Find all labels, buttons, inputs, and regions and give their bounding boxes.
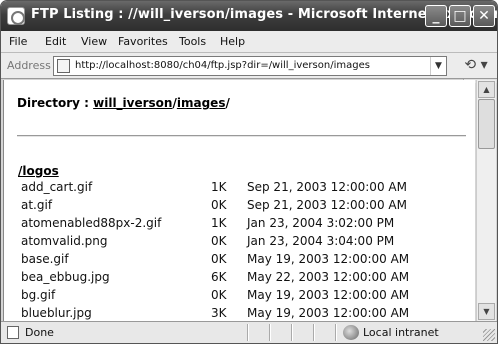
- file-row: bg.gif 0K May 19, 2003 12:00:00 AM: [4, 288, 475, 306]
- status-bar: Done Local intranet: [1, 321, 497, 343]
- file-row: atomenabled88px-2.gif 1K Jan 23, 2004 3:…: [4, 216, 475, 234]
- file-name: base.gif: [21, 252, 69, 266]
- folder-link-logos[interactable]: /logos: [18, 164, 59, 178]
- menu-help[interactable]: Help: [220, 35, 245, 48]
- go-button[interactable]: ⟲ ▾: [457, 56, 495, 76]
- divider: [17, 135, 466, 137]
- ie-app-icon[interactable]: [7, 7, 25, 25]
- directory-heading: Directory : will_iverson/images/: [17, 96, 230, 110]
- security-zone-label: Local intranet: [363, 326, 439, 339]
- file-row: bea_ebbug.jpg 6K May 22, 2003 12:00:00 A…: [4, 270, 475, 288]
- close-button[interactable]: ✕: [473, 5, 495, 27]
- address-input[interactable]: http://localhost:8080/ch04/ftp.jsp?dir=/…: [53, 56, 447, 76]
- file-name: bg.gif: [21, 288, 56, 302]
- scroll-up-icon[interactable]: ▲: [478, 81, 495, 98]
- file-size: 3K: [211, 306, 227, 320]
- file-date: May 22, 2003 12:00:00 AM: [247, 270, 410, 284]
- menu-edit[interactable]: Edit: [45, 35, 66, 48]
- file-date: Jan 23, 2004 3:04:00 PM: [247, 234, 395, 248]
- file-date: Jan 23, 2004 3:02:00 PM: [247, 216, 395, 230]
- file-size: 0K: [211, 252, 227, 266]
- status-separator: [247, 324, 249, 341]
- resize-grip-icon[interactable]: [483, 329, 495, 341]
- browser-window: FTP Listing : //will_iverson/images - Mi…: [0, 0, 498, 344]
- status-separator: [335, 324, 337, 341]
- file-size: 6K: [211, 270, 227, 284]
- file-date: Sep 21, 2003 12:00:00 AM: [247, 180, 407, 194]
- status-separator: [313, 324, 315, 341]
- status-separator: [291, 324, 293, 341]
- file-size: 0K: [211, 234, 227, 248]
- menu-favorites[interactable]: Favorites: [118, 35, 168, 48]
- file-size: 0K: [211, 198, 227, 212]
- file-date: Sep 21, 2003 12:00:00 AM: [247, 198, 407, 212]
- vertical-scrollbar[interactable]: ▲ ▼: [476, 80, 496, 321]
- intranet-zone-icon: [343, 325, 359, 340]
- address-url[interactable]: http://localhost:8080/ch04/ftp.jsp?dir=/…: [75, 60, 370, 71]
- address-bar: Address http://localhost:8080/ch04/ftp.j…: [1, 53, 497, 79]
- title-bar[interactable]: FTP Listing : //will_iverson/images - Mi…: [1, 1, 497, 31]
- file-row: atomvalid.png 0K Jan 23, 2004 3:04:00 PM: [4, 234, 475, 252]
- path-separator: /: [225, 96, 230, 110]
- file-size: 0K: [211, 288, 227, 302]
- directory-label: Directory :: [17, 96, 94, 110]
- status-text: Done: [25, 326, 54, 339]
- path-link-will-iverson[interactable]: will_iverson: [93, 96, 172, 110]
- path-link-images[interactable]: images: [177, 96, 226, 110]
- file-size: 1K: [211, 180, 227, 194]
- page-icon: [57, 59, 70, 73]
- file-name: bea_ebbug.jpg: [21, 270, 110, 284]
- minimize-button[interactable]: _: [425, 5, 447, 27]
- file-name: add_cart.gif: [21, 180, 93, 194]
- maximize-button[interactable]: □: [449, 5, 471, 27]
- address-label: Address: [7, 59, 51, 72]
- scroll-down-icon[interactable]: ▼: [478, 303, 495, 320]
- file-date: May 19, 2003 12:00:00 AM: [247, 306, 410, 320]
- status-separator: [269, 324, 271, 341]
- file-row: blueblur.jpg 3K May 19, 2003 12:00:00 AM: [4, 306, 475, 321]
- file-name: blueblur.jpg: [21, 306, 92, 320]
- file-name: atomenabled88px-2.gif: [21, 216, 162, 230]
- file-name: at.gif: [21, 198, 53, 212]
- file-row: at.gif 0K Sep 21, 2003 12:00:00 AM: [4, 198, 475, 216]
- file-row: add_cart.gif 1K Sep 21, 2003 12:00:00 AM: [4, 180, 475, 198]
- menu-file[interactable]: File: [9, 35, 27, 48]
- scroll-thumb[interactable]: [478, 99, 495, 149]
- page-done-icon: [7, 326, 19, 339]
- file-size: 1K: [211, 216, 227, 230]
- file-row: base.gif 0K May 19, 2003 12:00:00 AM: [4, 252, 475, 270]
- address-dropdown-icon[interactable]: ▼: [430, 57, 446, 75]
- menu-view[interactable]: View: [81, 35, 107, 48]
- file-date: May 19, 2003 12:00:00 AM: [247, 252, 410, 266]
- menu-bar: File Edit View Favorites Tools Help: [1, 31, 497, 83]
- file-name: atomvalid.png: [21, 234, 108, 248]
- page-content: Directory : will_iverson/images/ /logos …: [3, 80, 475, 321]
- menu-tools[interactable]: Tools: [179, 35, 206, 48]
- file-date: May 19, 2003 12:00:00 AM: [247, 288, 410, 302]
